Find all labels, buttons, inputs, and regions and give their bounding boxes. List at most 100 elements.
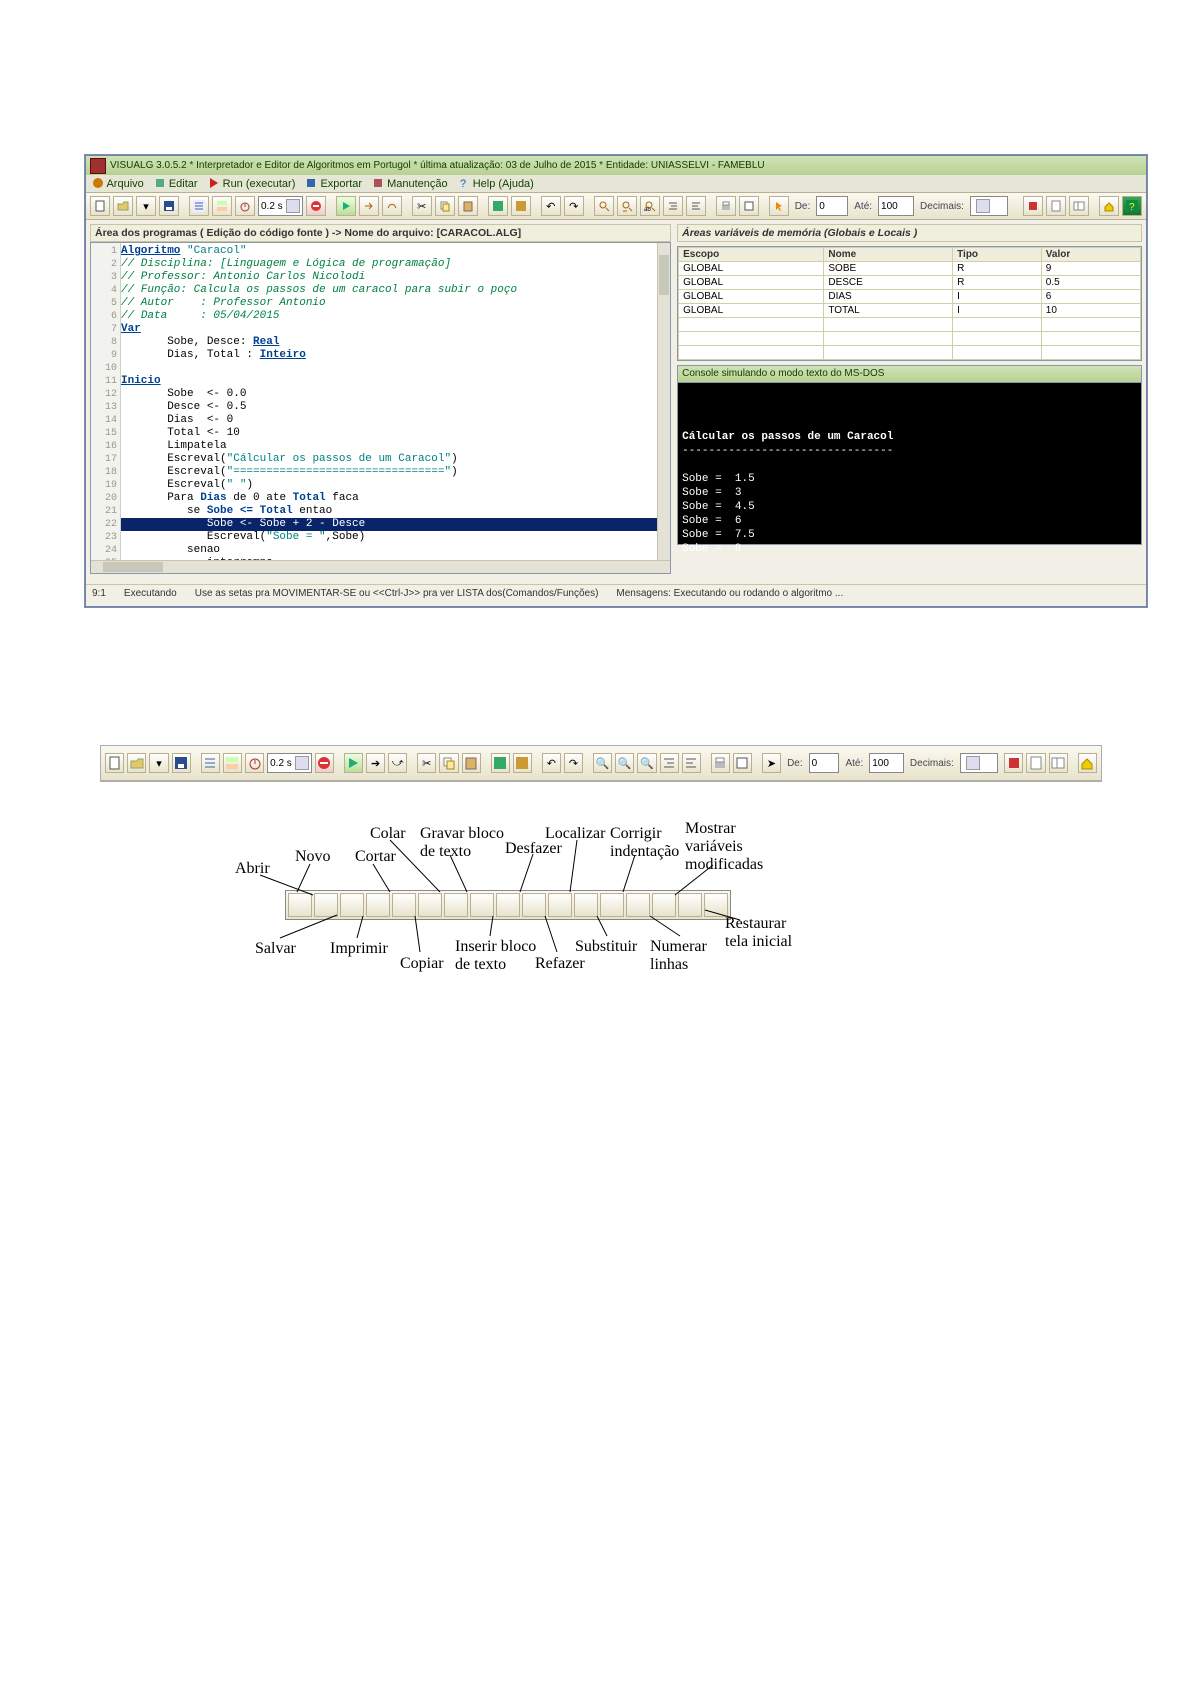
redo-icon[interactable]: ↷ — [564, 196, 584, 216]
doc-icon[interactable] — [1046, 196, 1066, 216]
timer-icon[interactable] — [245, 753, 264, 773]
vars-modified-icon[interactable] — [223, 753, 242, 773]
home-icon[interactable] — [1078, 753, 1097, 773]
docs-icon[interactable] — [1049, 753, 1068, 773]
code-editor[interactable]: 1234567891011121314151617181920212223242… — [90, 242, 671, 574]
copy-icon[interactable] — [435, 196, 455, 216]
cut-icon[interactable]: ✂ — [412, 196, 432, 216]
menu-exportar[interactable]: Exportar — [305, 177, 362, 190]
run-icon[interactable] — [336, 196, 356, 216]
outdent-icon[interactable] — [686, 196, 706, 216]
de-field[interactable]: 0 — [809, 753, 840, 773]
doc-icon[interactable] — [1026, 753, 1045, 773]
timer-icon[interactable] — [235, 196, 255, 216]
vars-header: Áreas variáveis de memória (Globais e Lo… — [677, 224, 1142, 242]
editor-header: Área dos programas ( Edição do código fo… — [90, 224, 671, 242]
menu-arquivo[interactable]: Arquivo — [92, 177, 144, 190]
table-row[interactable]: GLOBALDIASI6 — [679, 290, 1141, 304]
stop-icon[interactable] — [306, 196, 326, 216]
table-row — [679, 332, 1141, 346]
preview-icon[interactable] — [733, 753, 752, 773]
indent-fix-icon[interactable] — [660, 753, 679, 773]
table-row[interactable]: GLOBALSOBER9 — [679, 262, 1141, 276]
docs-icon[interactable] — [1069, 196, 1089, 216]
undo-icon[interactable]: ↶ — [542, 753, 561, 773]
save-icon[interactable] — [172, 753, 191, 773]
dec-label: Decimais: — [917, 201, 967, 212]
export-icon[interactable] — [1023, 196, 1043, 216]
run-icon[interactable] — [344, 753, 363, 773]
chevron-down-icon[interactable] — [295, 756, 309, 770]
app-window: VISUALG 3.0.5.2 * Interpretador e Editor… — [85, 155, 1147, 607]
timer-combo[interactable]: 0.2 s — [267, 753, 312, 773]
de-label: De: — [784, 758, 806, 769]
console-title: Console simulando o modo texto do MS-DOS — [677, 365, 1142, 383]
find-icon[interactable] — [594, 196, 614, 216]
open-icon[interactable] — [127, 753, 146, 773]
svg-text:ab: ab — [644, 207, 651, 212]
table-row[interactable]: GLOBALDESCER0.5 — [679, 276, 1141, 290]
ate-label: Até: — [851, 201, 875, 212]
save-icon[interactable] — [159, 196, 179, 216]
print-icon[interactable] — [711, 753, 730, 773]
table-row[interactable]: GLOBALTOTALI10 — [679, 304, 1141, 318]
toggle-lines-icon[interactable] — [201, 753, 220, 773]
home-icon[interactable] — [1099, 196, 1119, 216]
preview-icon[interactable] — [739, 196, 759, 216]
print-icon[interactable] — [716, 196, 736, 216]
step-over-icon[interactable]: ⤻ — [388, 753, 407, 773]
chevron-down-icon[interactable] — [966, 756, 980, 770]
menu-help[interactable]: ? Help (Ajuda) — [458, 177, 534, 190]
menu-editar[interactable]: Editar — [154, 177, 198, 190]
redo-icon[interactable]: ↷ — [564, 753, 583, 773]
pointer-icon[interactable] — [769, 196, 789, 216]
toggle-lines-icon[interactable] — [189, 196, 209, 216]
editor-hscrollbar[interactable] — [91, 560, 670, 573]
undo-icon[interactable]: ↶ — [541, 196, 561, 216]
step-over-icon[interactable] — [382, 196, 402, 216]
insert-block-icon[interactable] — [511, 196, 531, 216]
new-icon[interactable] — [90, 196, 110, 216]
help-icon[interactable]: ? — [1122, 196, 1142, 216]
new-icon[interactable] — [105, 753, 124, 773]
insert-block-icon[interactable] — [513, 753, 532, 773]
pointer-icon[interactable]: ➤ — [762, 753, 781, 773]
vars-modified-icon[interactable] — [212, 196, 232, 216]
cut-icon[interactable]: ✂ — [417, 753, 436, 773]
indent-fix-icon[interactable] — [663, 196, 683, 216]
ate-field[interactable]: 100 — [878, 196, 914, 216]
export-icon[interactable] — [1004, 753, 1023, 773]
dropdown-icon[interactable]: ▾ — [149, 753, 168, 773]
outdent-icon[interactable] — [682, 753, 701, 773]
menu-run[interactable]: Run (executar) — [208, 177, 296, 190]
ate-field[interactable]: 100 — [869, 753, 904, 773]
copy-icon[interactable] — [439, 753, 458, 773]
de-field[interactable]: 0 — [816, 196, 848, 216]
svg-text:?: ? — [460, 178, 466, 189]
save-block-icon[interactable] — [491, 753, 510, 773]
stop-icon[interactable] — [315, 753, 334, 773]
chevron-down-icon[interactable] — [286, 199, 300, 213]
title-bar[interactable]: VISUALG 3.0.5.2 * Interpretador e Editor… — [86, 156, 1146, 175]
find-icon[interactable]: 🔍 — [593, 753, 612, 773]
find-next-icon[interactable]: 🔍 — [615, 753, 634, 773]
save-block-icon[interactable] — [488, 196, 508, 216]
paste-icon[interactable] — [458, 196, 478, 216]
dropdown-icon[interactable]: ▾ — [136, 196, 156, 216]
find-next-icon[interactable] — [617, 196, 637, 216]
chevron-down-icon[interactable] — [976, 199, 990, 213]
editor-vscrollbar[interactable] — [657, 243, 670, 561]
toolbar-figure: ▾ 0.2 s ➔ ⤻ ✂ ↶ ↷ 🔍 🔍 🔍 — [100, 745, 1102, 782]
vars-table: EscopoNomeTipoValor GLOBALSOBER9 GLOBALD… — [677, 246, 1142, 361]
step-icon[interactable] — [359, 196, 379, 216]
dec-combo[interactable] — [970, 196, 1008, 216]
open-icon[interactable] — [113, 196, 133, 216]
step-icon[interactable]: ➔ — [366, 753, 385, 773]
replace-icon[interactable]: 🔍 — [637, 753, 656, 773]
paste-icon[interactable] — [462, 753, 481, 773]
timer-combo[interactable]: 0.2 s — [258, 196, 303, 216]
dec-combo[interactable] — [960, 753, 998, 773]
status-pos: 9:1 — [92, 588, 106, 599]
replace-icon[interactable]: ab — [640, 196, 660, 216]
menu-manutencao[interactable]: Manutenção — [372, 177, 448, 190]
